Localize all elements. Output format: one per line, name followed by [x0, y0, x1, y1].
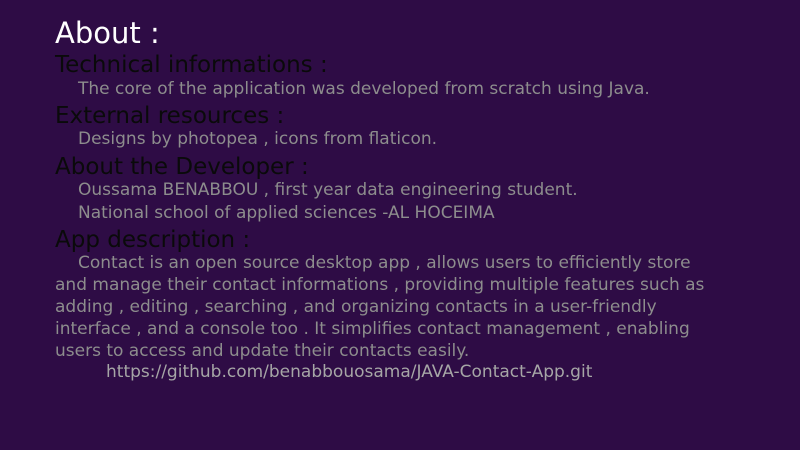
- external-resources-text: Designs by photopea , icons from flatico…: [78, 129, 438, 149]
- app-description-line: Contact is an open source desktop app , …: [78, 253, 691, 273]
- github-repo-link[interactable]: https://github.com/benabbouosama/JAVA-Co…: [106, 361, 592, 383]
- developer-line-2: National school of applied sciences -AL …: [78, 203, 495, 223]
- page-title: About :: [55, 16, 160, 50]
- app-description-line: interface , and a console too . It simpl…: [55, 319, 690, 339]
- developer-heading: About the Developer :: [55, 154, 309, 180]
- app-description-line: users to access and update their contact…: [55, 341, 470, 361]
- developer-line-1: Oussama BENABBOU , first year data engin…: [78, 180, 578, 200]
- app-description-line: adding , editing , searching , and organ…: [55, 297, 657, 317]
- external-resources-heading: External resources :: [55, 103, 285, 129]
- app-description-heading: App description :: [55, 227, 251, 253]
- about-page: About : Technical informations : The cor…: [0, 0, 800, 450]
- technical-info-heading: Technical informations :: [55, 52, 328, 78]
- technical-info-text: The core of the application was develope…: [78, 79, 650, 99]
- app-description-line: and manage their contact informations , …: [55, 275, 705, 295]
